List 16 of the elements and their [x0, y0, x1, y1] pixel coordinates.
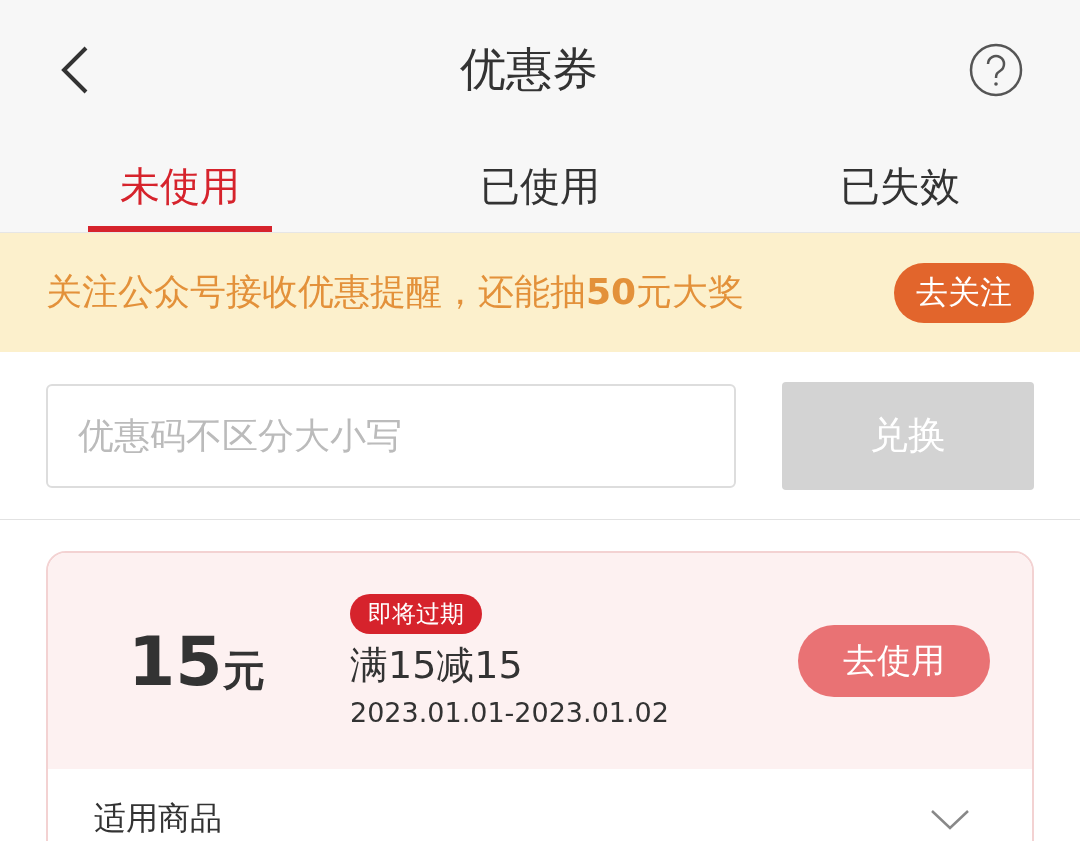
currency-unit: 元: [222, 644, 265, 697]
help-icon[interactable]: [968, 42, 1024, 98]
use-button[interactable]: 去使用: [798, 625, 990, 697]
tab[interactable]: 已使用: [360, 140, 720, 232]
coupon-title: 满15减15: [350, 642, 523, 689]
page-title: 优惠券: [460, 41, 598, 98]
follow-button[interactable]: 去关注: [894, 262, 1034, 323]
coupon-amount: 15: [128, 621, 223, 701]
validity-dates: 2023.01.01-2023.01.02: [350, 697, 669, 728]
notice-text: 关注公众号接收优惠提醒，还能抽50元大奖: [46, 270, 745, 314]
back-icon[interactable]: [60, 45, 90, 95]
tab[interactable]: 已失效: [720, 140, 1080, 232]
chevron-down-icon[interactable]: [930, 809, 970, 831]
applicable-goods-label: 适用商品: [94, 799, 222, 837]
tab[interactable]: 未使用: [0, 140, 360, 232]
expiry-badge: 即将过期: [350, 594, 482, 634]
